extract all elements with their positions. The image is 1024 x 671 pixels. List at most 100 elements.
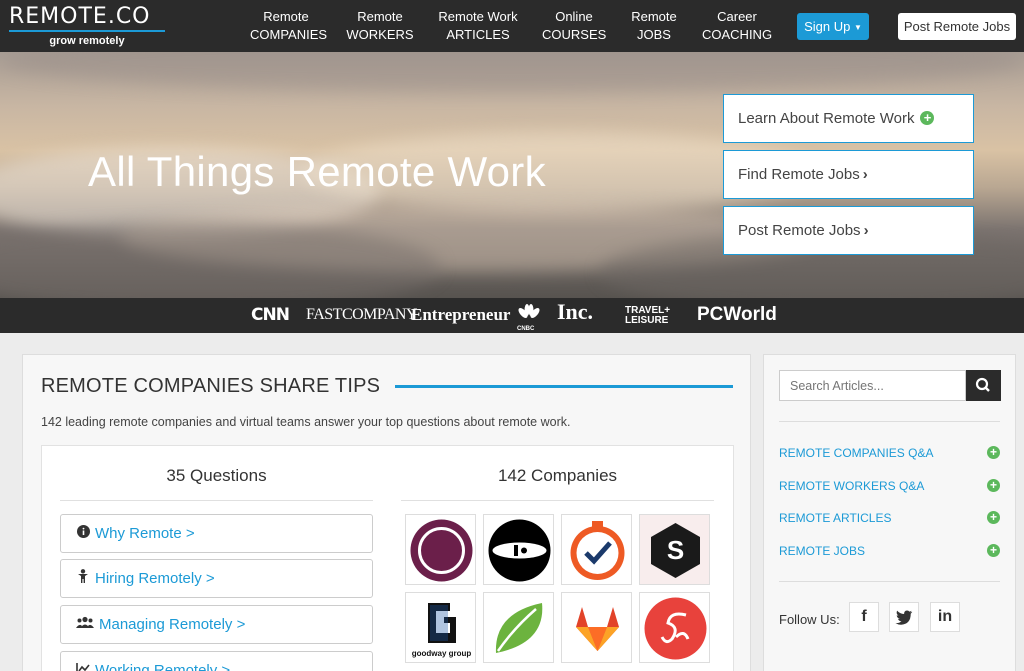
nav-career-coaching[interactable]: Career COACHING [702, 8, 772, 44]
plus-circle-icon: + [987, 446, 1000, 459]
nav-remote-jobs[interactable]: Remote JOBS [626, 8, 682, 44]
question-managing-remotely[interactable]: Managing Remotely > [60, 605, 373, 644]
hex-s-letter: S [667, 535, 684, 565]
sidebar-link-label: REMOTE WORKERS Q&A [779, 479, 925, 493]
nav-line1: Remote [357, 9, 403, 24]
fastcompany-logo: FASTCOMPANY [306, 306, 417, 323]
hero-title: All Things Remote Work [88, 148, 546, 195]
nav-remote-companies[interactable]: Remote COMPANIES [250, 8, 327, 44]
nav-line1: Career [717, 9, 757, 24]
sign-up-label: Sign Up [804, 19, 851, 34]
learn-about-remote-work-button[interactable]: Learn About Remote Work + [723, 94, 974, 143]
companies-header: 142 Companies [497, 466, 618, 485]
logo-underline [9, 30, 165, 32]
company-logo-red-script[interactable] [639, 592, 710, 663]
search-button[interactable] [966, 370, 1001, 401]
chevron-right-icon: › [862, 166, 868, 183]
inc-logo: Inc. [557, 299, 594, 324]
question-label: Why Remote > [95, 525, 195, 542]
hero-button-label: Find Remote Jobs [738, 166, 860, 183]
question-working-remotely[interactable]: Working Remotely > [60, 651, 373, 671]
facebook-icon[interactable]: f [849, 602, 879, 632]
chevron-right-icon: › [863, 222, 869, 239]
questions-header: 35 Questions [166, 466, 267, 485]
nav-online-courses[interactable]: Online COURSES [542, 8, 606, 44]
sidebar-link-label: REMOTE ARTICLES [779, 511, 892, 525]
company-logo-goodway-group[interactable]: goodway group [405, 592, 476, 663]
goodway-text: goodway group [412, 649, 472, 658]
nav-line2: WORKERS [346, 27, 414, 42]
question-label: Working Remotely > [95, 662, 231, 671]
cnbc-text: CNBC [517, 326, 535, 332]
nav-line2: COACHING [702, 27, 773, 42]
nav-line1: Remote Work [438, 9, 518, 24]
sidebar-link-jobs[interactable]: REMOTE JOBS + [779, 543, 1000, 559]
pcworld-logo: PCWorld [697, 304, 777, 325]
sidebar-link-label: REMOTE JOBS [779, 544, 866, 558]
search-icon [975, 377, 990, 392]
nav-line1: Remote [631, 9, 677, 24]
entrepreneur-logo: Entrepreneur [411, 305, 511, 324]
post-remote-jobs-hero-button[interactable]: Post Remote Jobs › [723, 206, 974, 255]
person-icon [75, 560, 91, 597]
nav-line1: Online [555, 9, 593, 24]
find-remote-jobs-button[interactable]: Find Remote Jobs › [723, 150, 974, 199]
logo-tagline: grow remotely [49, 35, 125, 47]
search-articles-input[interactable] [779, 370, 966, 401]
section-title: REMOTE COMPANIES SHARE TIPS [41, 375, 381, 397]
nav-remote-work-articles[interactable]: Remote Work ARTICLES [434, 8, 522, 44]
logo-wordmark: REMOTE.CO [9, 4, 151, 29]
company-logo-gitlab-fox[interactable] [561, 592, 632, 663]
question-label: Hiring Remotely > [95, 570, 215, 587]
caret-down-icon: ▼ [853, 23, 862, 33]
question-why-remote[interactable]: Why Remote > [60, 514, 373, 553]
title-accent-rule [395, 385, 733, 388]
section-description: 142 leading remote companies and virtual… [41, 415, 571, 429]
press-logo-bar: CNN FASTCOMPANY Entrepreneur CNBC Inc. T… [0, 298, 1024, 333]
sidebar-link-label: REMOTE COMPANIES Q&A [779, 446, 934, 460]
post-remote-jobs-button[interactable]: Post Remote Jobs [898, 13, 1016, 40]
cloud-shape [0, 52, 1024, 92]
nav-line2: JOBS [637, 27, 671, 42]
cnbc-logo: CNBC [515, 303, 543, 333]
company-logo-hexagon-s[interactable]: S [639, 514, 710, 585]
remote-companies-tips-card: REMOTE COMPANIES SHARE TIPS 142 leading … [22, 354, 751, 671]
sidebar-divider [779, 421, 1000, 422]
chart-icon [75, 652, 91, 671]
plus-circle-icon: + [920, 110, 935, 125]
sidebar-divider [779, 581, 1000, 582]
sidebar: REMOTE COMPANIES Q&A + REMOTE WORKERS Q&… [763, 354, 1016, 671]
nav-line1: Remote [263, 9, 309, 24]
hero-button-label: Learn About Remote Work [738, 110, 915, 127]
cnn-logo: CNN [251, 305, 290, 325]
linkedin-icon[interactable]: in [930, 602, 960, 632]
sign-up-button[interactable]: Sign Up ▼ [797, 13, 869, 40]
hero-banner: All Things Remote Work Learn About Remot… [0, 52, 1024, 298]
users-icon [75, 606, 95, 643]
twitter-icon[interactable] [889, 602, 919, 632]
questions-divider [60, 500, 373, 501]
nav-remote-workers[interactable]: Remote WORKERS [346, 8, 414, 44]
plus-circle-icon: + [987, 544, 1000, 557]
companies-divider [401, 500, 714, 501]
nav-line2: ARTICLES [446, 27, 510, 42]
questions-companies-panel: 35 Questions 142 Companies Why Remote > … [41, 445, 734, 671]
follow-us-label: Follow Us: [779, 612, 840, 627]
sidebar-link-articles[interactable]: REMOTE ARTICLES + [779, 510, 1000, 526]
hero-button-label: Post Remote Jobs [738, 222, 861, 239]
company-logo-green-leaf[interactable] [483, 592, 554, 663]
question-hiring-remotely[interactable]: Hiring Remotely > [60, 559, 373, 598]
plus-circle-icon: + [987, 511, 1000, 524]
travel-leisure-logo: TRAVEL+ LEISURE [625, 305, 671, 326]
info-icon [75, 515, 91, 552]
company-logo-eye[interactable] [483, 514, 554, 585]
remoteco-logo[interactable]: REMOTE.CO grow remotely [9, 5, 165, 47]
company-logo-clock[interactable] [561, 514, 632, 585]
company-logo-purple-ring[interactable] [405, 514, 476, 585]
sidebar-link-workers-qa[interactable]: REMOTE WORKERS Q&A + [779, 478, 1000, 494]
nav-line2: COURSES [542, 27, 607, 42]
plus-circle-icon: + [987, 479, 1000, 492]
question-label: Managing Remotely > [99, 616, 246, 633]
top-navbar: REMOTE.CO grow remotely Remote COMPANIES… [0, 0, 1024, 52]
sidebar-link-companies-qa[interactable]: REMOTE COMPANIES Q&A + [779, 445, 1000, 461]
